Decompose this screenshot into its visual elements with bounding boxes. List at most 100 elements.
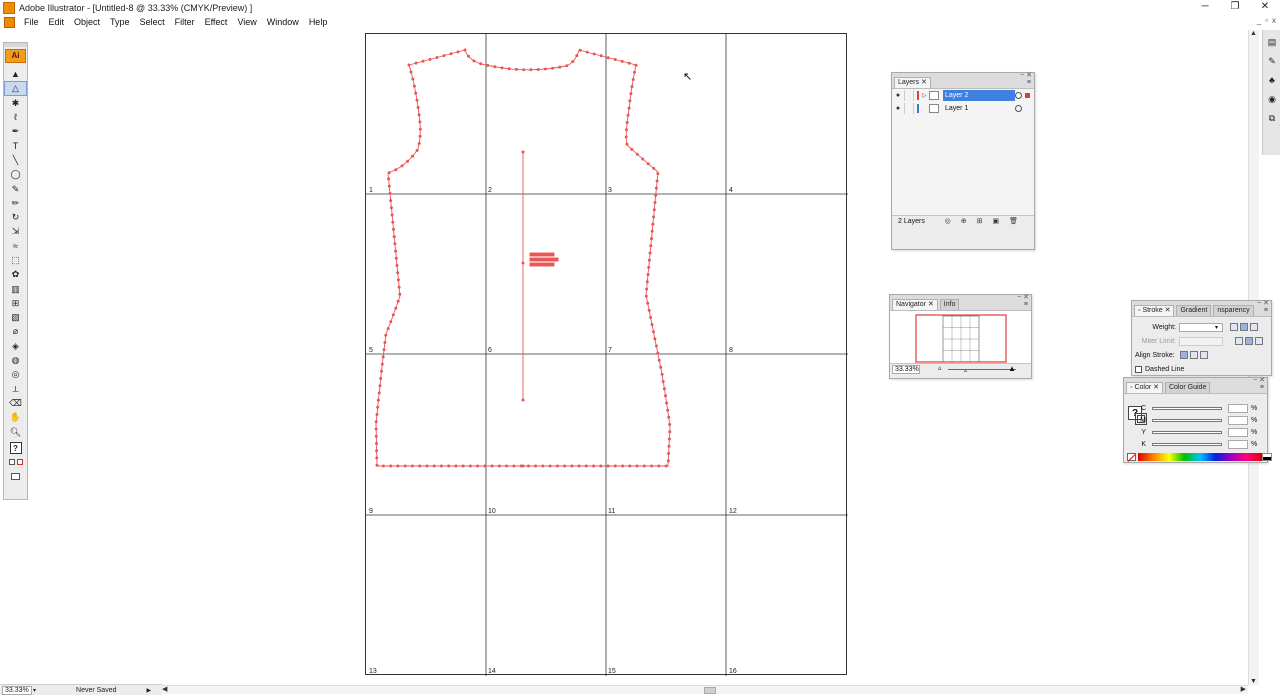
line-tool[interactable]: ╲	[4, 153, 27, 167]
cyan-value-field[interactable]	[1228, 403, 1248, 413]
warp-tool[interactable]: ≈	[4, 239, 27, 253]
zoom-level-field[interactable]: 33.33%	[2, 685, 32, 695]
minimize-button[interactable]: ─	[1190, 0, 1220, 15]
target-circle-icon[interactable]	[1015, 105, 1022, 112]
graphic-styles-icon[interactable]: ▤	[1265, 35, 1279, 49]
paintbrush-tool[interactable]: ✎	[4, 181, 27, 195]
mesh-tool[interactable]: ⊞	[4, 296, 27, 310]
layer-name[interactable]: Layer 2	[943, 90, 1015, 101]
panel-menu-icon[interactable]: ≡	[1260, 384, 1264, 391]
menu-view[interactable]: View	[232, 15, 261, 29]
live-paint-selection-tool[interactable]: ◎	[4, 367, 27, 381]
doc-restore-button[interactable]: ▫	[1265, 16, 1268, 25]
scroll-right-icon[interactable]: ▶	[1241, 685, 1246, 693]
tab-color[interactable]: ◦ Color ✕	[1126, 382, 1163, 393]
yellow-slider[interactable]	[1152, 430, 1222, 434]
butt-cap-button[interactable]	[1230, 323, 1239, 331]
menu-effect[interactable]: Effect	[200, 15, 233, 29]
align-center-button[interactable]	[1179, 351, 1188, 359]
menu-select[interactable]: Select	[135, 15, 170, 29]
color-mode-buttons[interactable]	[4, 455, 27, 469]
horizontal-scrollbar[interactable]: ◀ ▶	[160, 685, 1248, 694]
locate-object-icon[interactable]: ◎	[945, 217, 951, 225]
transform-icon[interactable]: ⧉	[1265, 111, 1279, 125]
symbols-icon[interactable]: ♣	[1265, 73, 1279, 87]
close-button[interactable]: ✕	[1250, 0, 1280, 15]
zoom-in-icon[interactable]: ▲	[1008, 364, 1016, 373]
zoom-tool[interactable]: 🔍︎	[4, 424, 27, 438]
free-transform-tool[interactable]: ⬚	[4, 253, 27, 267]
pencil-tool[interactable]: ✏	[4, 196, 27, 210]
zoom-dropdown-icon[interactable]: ▾	[33, 687, 36, 694]
panel-menu-icon[interactable]: ≡	[1027, 79, 1031, 86]
tab-layers[interactable]: Layers ✕	[894, 77, 931, 88]
symbol-sprayer-tool[interactable]: ✿	[4, 267, 27, 281]
navigator-zoom-field[interactable]: 33.33%	[892, 365, 920, 374]
layer-row-layer-1[interactable]: ● Layer 1	[892, 102, 1034, 115]
zoom-slider[interactable]	[948, 369, 1016, 370]
menu-filter[interactable]: Filter	[170, 15, 200, 29]
fill-stroke-proxy[interactable]: ?	[4, 441, 27, 455]
black-slider[interactable]	[1152, 442, 1222, 446]
menu-type[interactable]: Type	[105, 15, 135, 29]
layer-row-layer-2[interactable]: ● ▷ Layer 2	[892, 89, 1034, 102]
tab-navigator[interactable]: Navigator ✕	[892, 299, 938, 310]
column-graph-tool[interactable]: ▥	[4, 281, 27, 295]
panel-menu-icon[interactable]: ≡	[1264, 307, 1268, 314]
navigator-preview[interactable]	[890, 311, 1031, 364]
scroll-left-icon[interactable]: ◀	[162, 685, 167, 693]
target-circle-icon[interactable]	[1015, 92, 1022, 99]
round-join-button[interactable]	[1245, 337, 1253, 345]
selection-indicator[interactable]	[1025, 93, 1030, 98]
visibility-eye-icon[interactable]: ●	[892, 92, 904, 99]
selection-tool[interactable]: ▲	[4, 67, 27, 81]
doc-close-button[interactable]: x	[1272, 16, 1276, 25]
brushes-icon[interactable]: ✎	[1265, 54, 1279, 68]
gradient-tool[interactable]: ▧	[4, 310, 27, 324]
zoom-out-icon[interactable]: ▵	[938, 364, 942, 372]
black-white-swatch[interactable]	[1262, 453, 1272, 461]
projecting-cap-button[interactable]	[1250, 323, 1259, 331]
color-spectrum[interactable]	[1138, 453, 1262, 461]
doc-minimize-button[interactable]: _	[1257, 16, 1261, 25]
ellipse-tool[interactable]: ◯	[4, 167, 27, 181]
zoom-slider-knob[interactable]: ▵	[964, 367, 967, 374]
black-value-field[interactable]	[1228, 439, 1248, 449]
artwork-canvas[interactable]	[366, 34, 848, 676]
screen-mode-button[interactable]	[4, 469, 27, 483]
lock-toggle[interactable]	[904, 90, 914, 101]
make-clipping-mask-icon[interactable]: ⊕	[961, 217, 967, 225]
blend-tool[interactable]: ◈	[4, 339, 27, 353]
scroll-up-icon[interactable]: ▲	[1250, 30, 1257, 37]
magic-wand-tool[interactable]: ✱	[4, 96, 27, 110]
expand-triangle-icon[interactable]: ▷	[922, 92, 929, 99]
menu-object[interactable]: Object	[69, 15, 105, 29]
tab-transparency[interactable]: nsparency	[1213, 305, 1254, 316]
round-cap-button[interactable]	[1240, 323, 1249, 331]
rotate-tool[interactable]: ↻	[4, 210, 27, 224]
pen-tool[interactable]: ✒	[4, 124, 27, 138]
tab-gradient[interactable]: Gradient	[1176, 305, 1212, 316]
miter-field[interactable]	[1179, 336, 1223, 346]
bevel-join-button[interactable]	[1255, 337, 1263, 345]
lock-toggle[interactable]	[904, 103, 914, 114]
align-outside-button[interactable]	[1199, 351, 1208, 359]
type-tool[interactable]: T	[4, 138, 27, 152]
eyedropper-tool[interactable]: ⌀	[4, 324, 27, 338]
lasso-tool[interactable]: ℓ	[4, 110, 27, 124]
slice-tool[interactable]: ⟂	[4, 382, 27, 396]
tab-info[interactable]: Info	[939, 299, 960, 310]
miter-join-button[interactable]	[1235, 337, 1243, 345]
menu-file[interactable]: File	[19, 15, 44, 29]
menu-window[interactable]: Window	[262, 15, 304, 29]
appearance-icon[interactable]: ◉	[1265, 92, 1279, 106]
yellow-value-field[interactable]	[1228, 427, 1248, 437]
menu-help[interactable]: Help	[304, 15, 333, 29]
scale-tool[interactable]: ⇲	[4, 224, 27, 238]
align-inside-button[interactable]	[1189, 351, 1198, 359]
live-paint-tool[interactable]: ◍	[4, 353, 27, 367]
new-layer-icon[interactable]: ▣	[992, 217, 999, 225]
weight-dropdown-icon[interactable]: ▾	[1215, 324, 1218, 331]
magenta-value-field[interactable]	[1228, 415, 1248, 425]
menu-edit[interactable]: Edit	[44, 15, 70, 29]
